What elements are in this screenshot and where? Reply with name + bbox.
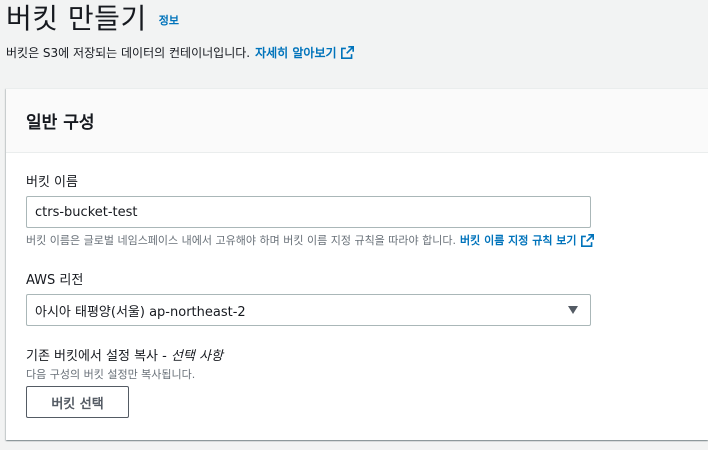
panel-title: 일반 구성 [26, 113, 95, 133]
page-title: 버킷 만들기 [6, 2, 147, 35]
info-link[interactable]: 정보 [159, 12, 179, 28]
caret-down-icon [568, 306, 578, 314]
page-header: 버킷 만들기 정보 버킷은 S3에 저장되는 데이터의 컨테이너입니다. 자세히… [6, 0, 706, 62]
optional-label: 선택 사항 [170, 349, 223, 364]
page-description: 버킷은 S3에 저장되는 데이터의 컨테이너입니다. 자세히 알아보기 [6, 42, 706, 62]
naming-rules-link[interactable]: 버킷 이름 지정 규칙 보기 [460, 232, 594, 248]
learn-more-link[interactable]: 자세히 알아보기 [255, 44, 354, 61]
region-label: AWS 리전 [26, 273, 84, 288]
copy-settings-label-text: 기존 버킷에서 설정 복사 - [26, 349, 167, 364]
bucket-name-label: 버킷 이름 [26, 175, 78, 190]
external-link-icon [580, 233, 594, 247]
bucket-name-input[interactable] [26, 196, 591, 228]
naming-rules-label: 버킷 이름 지정 규칙 보기 [460, 234, 577, 247]
copy-settings-hint: 다음 구성의 버킷 설정만 복사됩니다. [26, 368, 196, 381]
description-text: 버킷은 S3에 저장되는 데이터의 컨테이너입니다. [6, 45, 251, 60]
bucket-name-hint: 버킷 이름은 글로벌 네임스페이스 내에서 고유해야 하며 버킷 이름 지정 규… [26, 232, 594, 248]
region-select[interactable]: 아시아 태평양(서울) ap-northeast-2 [26, 294, 591, 326]
title-row: 버킷 만들기 정보 [6, 0, 706, 40]
copy-settings-label: 기존 버킷에서 설정 복사 - 선택 사항 [26, 345, 223, 364]
choose-bucket-button[interactable]: 버킷 선택 [26, 386, 129, 418]
region-selected-value: 아시아 태평양(서울) ap-northeast-2 [35, 304, 246, 320]
external-link-icon [340, 45, 354, 59]
panel-header: 일반 구성 [6, 89, 708, 153]
bucket-name-hint-text: 버킷 이름은 글로벌 네임스페이스 내에서 고유해야 하며 버킷 이름 지정 규… [26, 234, 457, 247]
learn-more-label: 자세히 알아보기 [255, 45, 337, 60]
general-config-panel: 일반 구성 버킷 이름 버킷 이름은 글로벌 네임스페이스 내에서 고유해야 하… [6, 88, 708, 440]
